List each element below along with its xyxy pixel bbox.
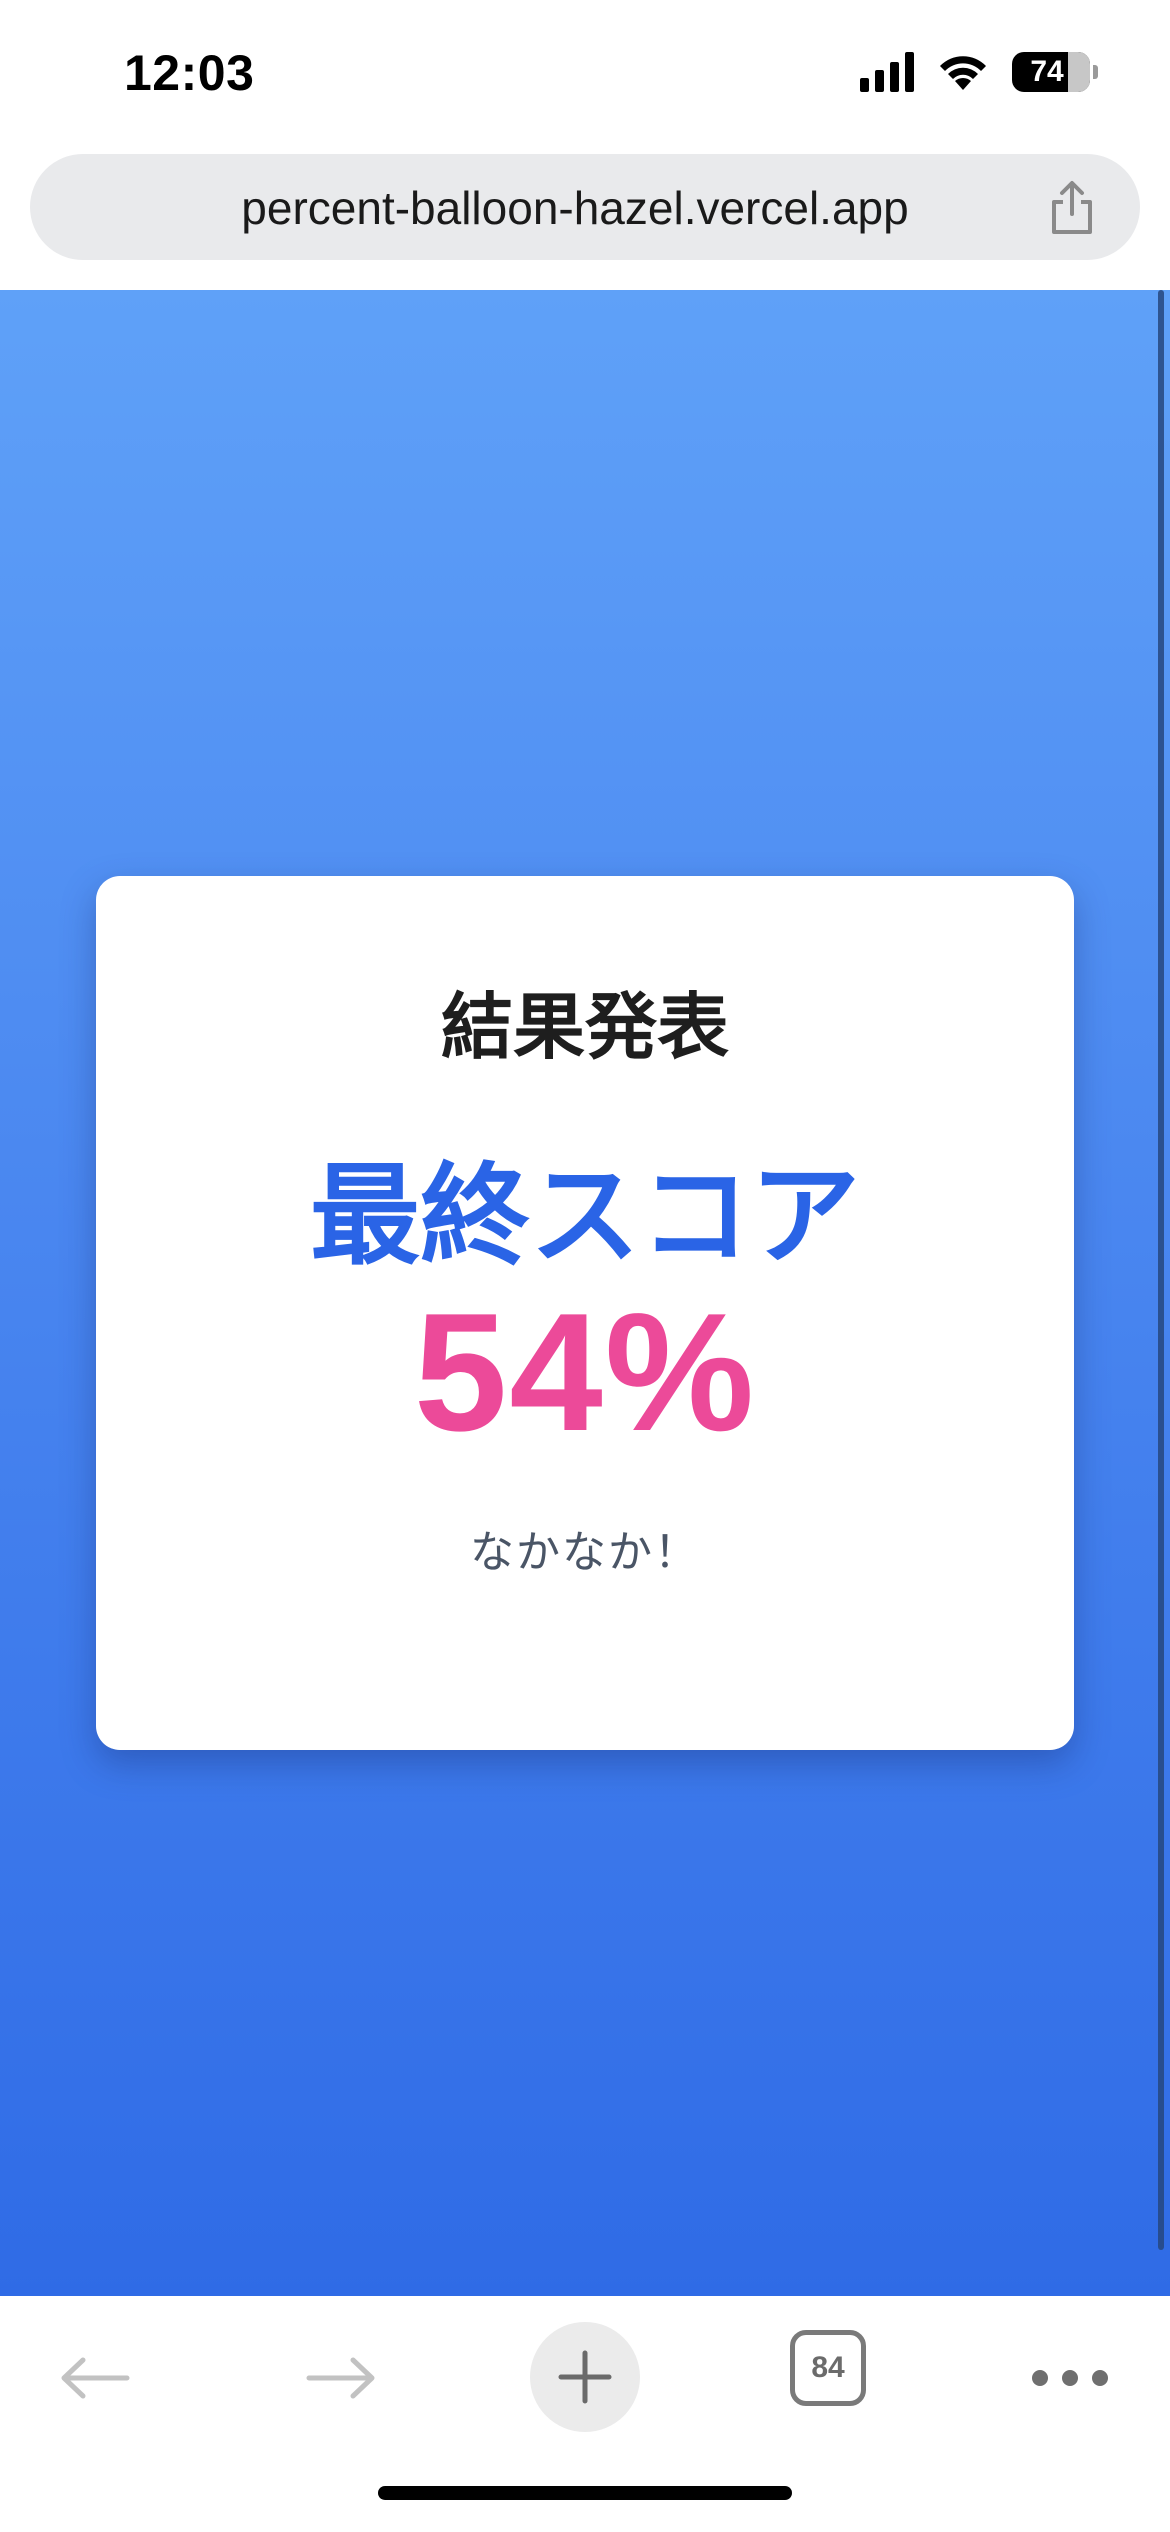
status-icons: 74 (860, 52, 1098, 92)
battery-icon: 74 (1012, 52, 1098, 92)
scroll-indicator (1158, 290, 1164, 2250)
final-score-value: 54% (413, 1278, 757, 1466)
final-score-label: 最終スコア (310, 1152, 860, 1280)
result-heading: 結果発表 (440, 985, 729, 1069)
result-card: 結果発表 最終スコア 54% なかなか！ (96, 876, 1074, 1750)
status-bar: 12:03 74 (0, 0, 1170, 150)
tab-count: 84 (811, 2351, 845, 2384)
more-button[interactable] (1010, 2338, 1130, 2418)
more-icon (1032, 2370, 1048, 2386)
url-text[interactable]: percent-balloon-hazel.vercel.app (30, 181, 1140, 235)
plus-icon (558, 2350, 612, 2404)
address-bar[interactable]: percent-balloon-hazel.vercel.app (30, 154, 1140, 260)
battery-level: 74 (1030, 55, 1064, 88)
new-tab-button[interactable] (530, 2322, 640, 2432)
cellular-signal-icon (860, 52, 914, 92)
home-indicator (378, 2486, 792, 2500)
wifi-icon (940, 56, 986, 90)
forward-button[interactable] (296, 2338, 386, 2418)
tabs-button[interactable]: 84 (790, 2330, 866, 2406)
status-time: 12:03 (124, 45, 255, 101)
back-arrow-icon (61, 2357, 130, 2399)
share-icon[interactable] (1044, 178, 1100, 238)
web-content: 結果発表 最終スコア 54% なかなか！ (0, 290, 1170, 2296)
result-comment: なかなか！ (470, 1527, 700, 1578)
forward-arrow-icon (306, 2357, 375, 2399)
back-button[interactable] (50, 2338, 140, 2418)
